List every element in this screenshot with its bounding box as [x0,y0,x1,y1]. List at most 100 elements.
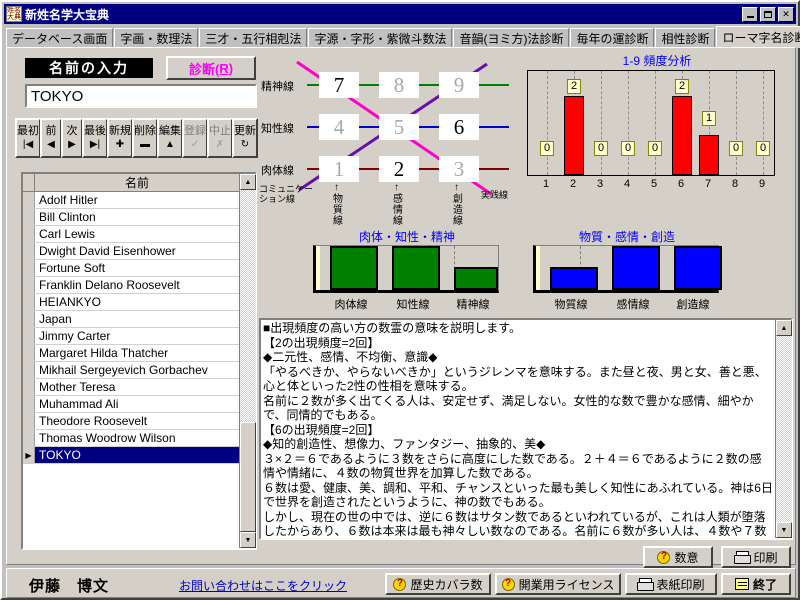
cover-print-button[interactable]: 表紙印刷 [625,573,717,595]
table-row[interactable]: Franklin Delano Roosevelt [23,277,239,294]
minimize-button[interactable] [742,6,758,22]
name-input[interactable]: TOKYO [25,84,257,108]
print-button-label: 印刷 [753,550,778,565]
business-license-button[interactable]: ? 開業用ライセンス [495,573,621,595]
label-body-line: 肉体線 [334,299,368,311]
grid-cell-9[interactable]: 9 [439,72,479,98]
grid-cell-2[interactable]: 2 [379,156,419,182]
frequency-chart-title: 1-9 頻度分析 [622,54,692,68]
description-textbox[interactable]: ■出現頻度の高い方の数霊の意味を説明します。 【2の出現頻度=2回】 ◆二元性、… [259,318,793,540]
nav-label: 削除 [134,125,156,137]
table-row[interactable]: Jimmy Carter [23,328,239,345]
row-marker-selected: ▶ [23,447,35,463]
body-intellect-spirit-chart: 肉体・知性・精神 肉体線 知性線 精神線 [307,228,507,314]
table-row[interactable]: Carl Lewis [23,226,239,243]
row-marker [23,328,35,344]
contact-link[interactable]: お問い合わせはここをクリック [179,577,347,594]
grid-cell-7[interactable]: 7 [319,72,359,98]
description-scrollbar[interactable]: ▲ ▼ [775,320,792,538]
grid-cell-5[interactable]: 5 [379,114,419,140]
bar-2 [564,96,584,175]
maximize-button[interactable] [760,6,776,22]
table-row-selected[interactable]: ▶ TOKYO [23,447,239,464]
table-row[interactable]: Theodore Roosevelt [23,413,239,430]
cell-name: Thomas Woodrow Wilson [39,431,176,445]
name-list-body: 名前 Adolf Hitler Bill Clinton Carl Lewis … [23,174,239,548]
scroll-track[interactable] [776,336,792,522]
bar-label-6: 2 [674,79,690,94]
cell-name: HEIANKYO [39,295,102,309]
last-record-button[interactable]: 最後 ▶| [82,118,108,158]
cover-print-label: 表紙印刷 [656,577,705,592]
row-marker-column-header [23,174,35,191]
new-record-button[interactable]: 新規 ✚ [107,118,133,158]
name-list-grid[interactable]: 名前 Adolf Hitler Bill Clinton Carl Lewis … [21,172,257,550]
tab-three-five-elements[interactable]: 三才・五行相剋法 [199,28,308,48]
cell-name: TOKYO [39,448,81,462]
label-material-line: 物質線 [554,299,588,311]
cell-name: Mother Teresa [39,380,116,394]
label-intellect-line: 知性線 [396,299,430,311]
table-row[interactable]: Thomas Woodrow Wilson [23,430,239,447]
scroll-thumb[interactable] [240,422,256,532]
grid-cell-3[interactable]: 3 [439,156,479,182]
print-button[interactable]: 印刷 [721,546,791,568]
grid-cell-8[interactable]: 8 [379,72,419,98]
name-list-header: 名前 [23,174,239,192]
tab-strokes-math[interactable]: 字画・数理法 [114,28,199,48]
edit-record-button[interactable]: 編集 ▲ [157,118,183,158]
refresh-record-button[interactable]: 更新 ↻ [232,118,258,158]
tick-5: 5 [650,178,658,190]
application-window: 姓名大典 新姓名学大宝典 ✕ データベース画面 字画・数理法 三才・五行相剋法 … [0,0,800,600]
first-record-button[interactable]: 最初 |◀ [15,118,41,158]
table-row[interactable]: Dwight David Eisenhower [23,243,239,260]
grid-cell-4[interactable]: 4 [319,114,359,140]
row-marker [23,226,35,242]
nav-label: 最初 [17,125,39,137]
arrow-up-material: ↑ [334,182,339,193]
table-row[interactable]: Fortune Soft [23,260,239,277]
tab-yearly-fortune[interactable]: 毎年の運診断 [570,28,655,48]
table-row[interactable]: Japan [23,311,239,328]
tab-glyph-origin[interactable]: 字源・字形・紫微斗数法 [308,28,453,48]
table-row[interactable]: Adolf Hitler [23,192,239,209]
table-row[interactable]: Mikhail Sergeyevich Gorbachev [23,362,239,379]
scroll-down-icon[interactable]: ▼ [240,532,256,548]
scroll-down-icon[interactable]: ▼ [776,522,792,538]
table-row[interactable]: Muhammad Ali [23,396,239,413]
question-icon: ? [501,577,515,591]
title-bar: 姓名大典 新姓名学大宝典 ✕ [4,4,796,24]
diagonal-label-practice: 実践線 [481,190,509,200]
prev-record-button[interactable]: 前 ◀ [40,118,62,158]
close-button[interactable]: ✕ [778,6,794,22]
tab-compatibility[interactable]: 相性診断 [655,28,716,48]
table-row[interactable]: Mother Teresa [23,379,239,396]
history-kabbalah-button[interactable]: ? 歴史カバラ数 [385,573,491,595]
scroll-up-icon[interactable]: ▲ [240,174,256,190]
delete-record-button[interactable]: 削除 ▬ [132,118,158,158]
bar-label-9: 0 [755,141,771,156]
window-controls: ✕ [742,6,794,22]
col-label-emotion: 感情線 [393,194,403,227]
tab-database[interactable]: データベース画面 [6,28,114,48]
diagnose-button[interactable]: 診断(R) [166,56,256,80]
table-row[interactable]: Bill Clinton [23,209,239,226]
bar-label-2: 2 [566,79,582,94]
name-list-scrollbar[interactable]: ▲ ▼ [239,174,256,548]
label-spirit-line: 精神線 [456,299,490,311]
grid-cell-1[interactable]: 1 [319,156,359,182]
tab-romaji-name[interactable]: ローマ字名診断 [716,26,800,48]
cell-name: Carl Lewis [39,227,96,241]
cell-name: Japan [39,312,72,326]
meaning-button[interactable]: ? 数意 [643,546,713,568]
scroll-up-icon[interactable]: ▲ [776,320,792,336]
table-row[interactable]: HEIANKYO [23,294,239,311]
table-row[interactable]: Margaret Hilda Thatcher [23,345,239,362]
tab-phonetics[interactable]: 音韻(ヨミ方)法診断 [453,28,570,48]
grid-cell-6[interactable]: 6 [439,114,479,140]
material-chart-title: 物質・感情・創造 [578,230,675,244]
tick-9: 9 [758,178,766,190]
exit-button[interactable]: 終了 [721,573,791,595]
cell-name: Fortune Soft [39,261,106,275]
next-record-button[interactable]: 次 ▶ [61,118,83,158]
